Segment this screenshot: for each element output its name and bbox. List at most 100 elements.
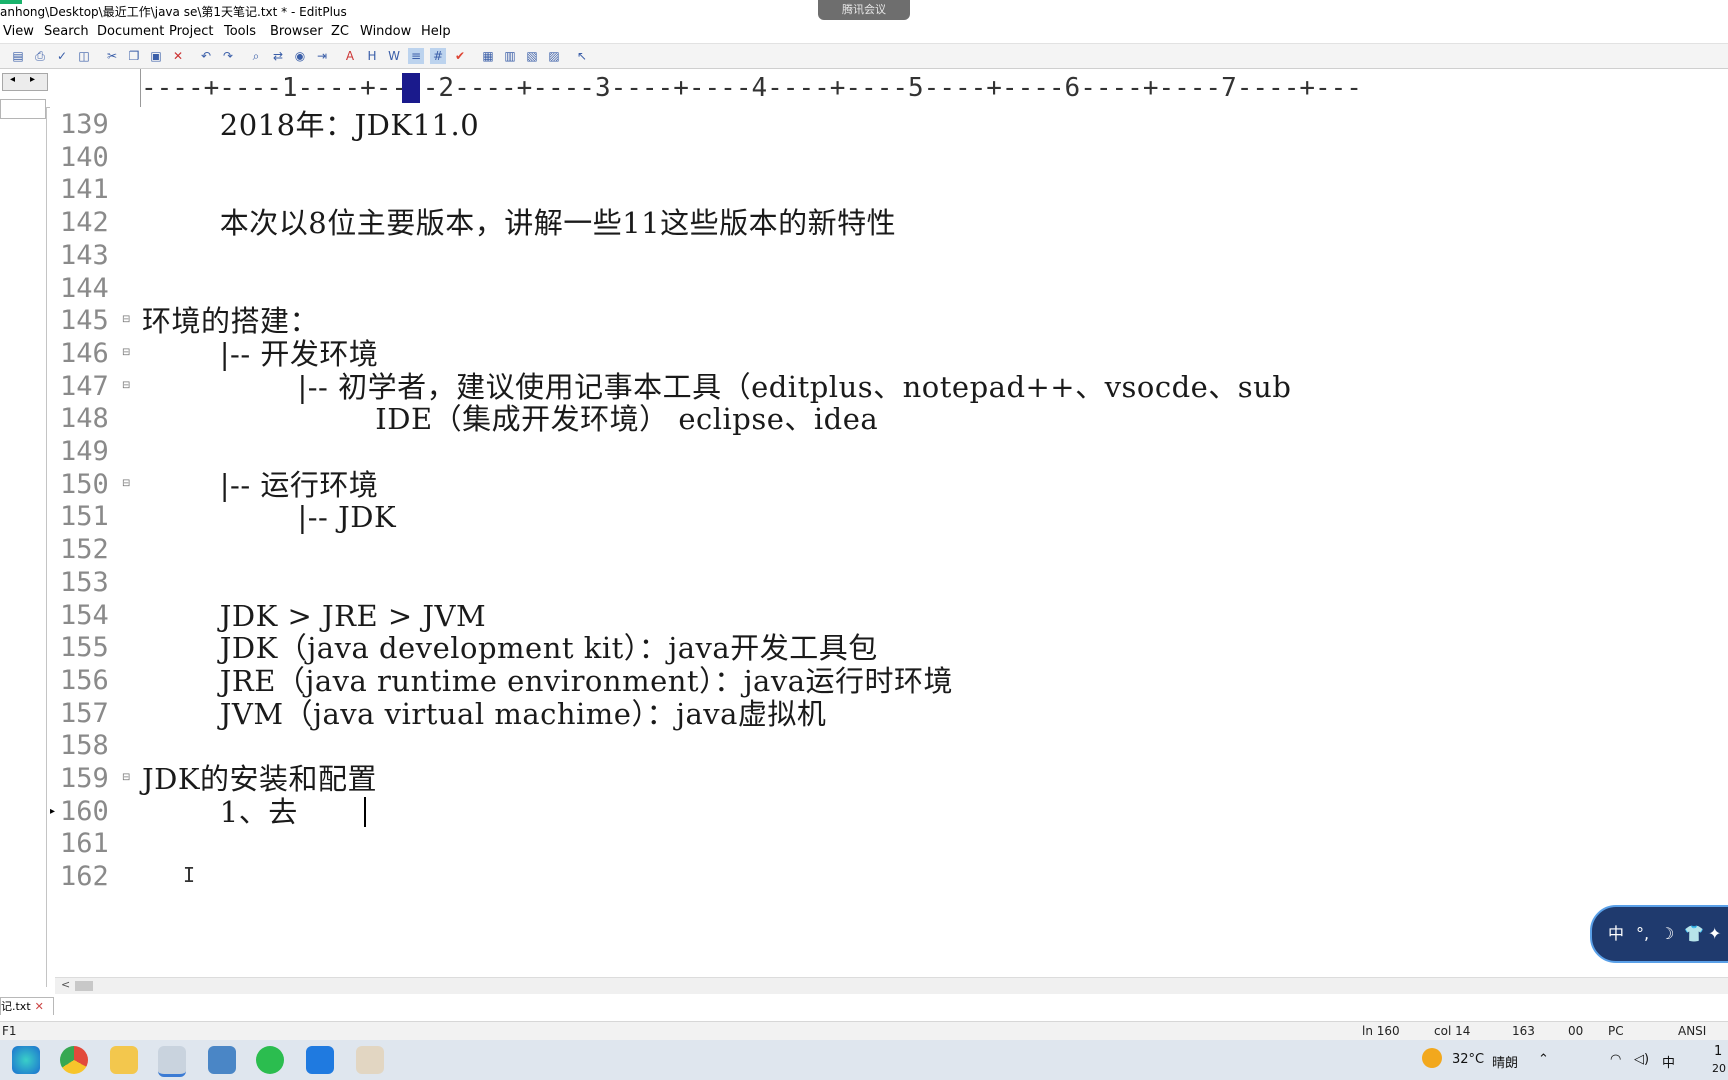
editor-line[interactable]: 143 [50, 238, 1728, 274]
scroll-left-icon[interactable]: < [61, 978, 70, 991]
menu-view[interactable]: View [3, 24, 34, 39]
editor-line[interactable]: 149 [50, 434, 1728, 470]
edge-icon[interactable] [12, 1046, 40, 1074]
new-icon[interactable]: ▤ [10, 48, 26, 64]
editor-line[interactable]: 150 ⊟ |-- 运行环境 [50, 467, 1728, 503]
menu-zc[interactable]: ZC [331, 24, 349, 39]
cut-icon[interactable]: ✂ [104, 48, 120, 64]
nav-right-icon[interactable]: ▸ [30, 74, 35, 85]
editor-line[interactable]: 147 ⊟ |-- 初学者，建议使用记事本工具（editplus、notepad+… [50, 369, 1728, 405]
linenumber-icon[interactable]: # [430, 48, 446, 64]
menu-tools[interactable]: Tools [224, 24, 256, 39]
editor-line[interactable]: 153 [50, 565, 1728, 601]
panel2-icon[interactable]: ▥ [502, 48, 518, 64]
line-text[interactable]: 2018年：JDK11.0 [142, 107, 479, 143]
menu-document[interactable]: Document [97, 24, 164, 39]
ruler-icon[interactable]: ≡ [408, 48, 424, 64]
document-tab[interactable]: 记.txt ✕ [0, 997, 54, 1017]
editor-line[interactable]: 158 [50, 728, 1728, 764]
settings-star-icon[interactable]: ✦ [1708, 907, 1721, 961]
line-text[interactable]: JDK（java development kit）：java开发工具包 [142, 630, 878, 666]
wechat-icon[interactable] [256, 1046, 284, 1074]
font-icon[interactable]: A [342, 48, 358, 64]
editplus-icon[interactable] [158, 1046, 186, 1077]
nav-left-icon[interactable]: ◂ [10, 74, 15, 85]
file-explorer-icon[interactable] [110, 1046, 138, 1074]
delete-icon[interactable]: ✕ [170, 48, 186, 64]
weather-desc[interactable]: 晴朗 [1492, 1052, 1518, 1071]
editor-line[interactable]: 155 JDK（java development kit）：java开发工具包 [50, 630, 1728, 666]
side-panel-field[interactable] [0, 99, 46, 119]
weather-sun-icon[interactable] [1422, 1048, 1442, 1068]
line-text[interactable]: |-- 初学者，建议使用记事本工具（editplus、notepad++、vso… [142, 369, 1291, 405]
line-text[interactable]: |-- 开发环境 [142, 336, 378, 372]
editor-line[interactable]: 157 JVM（java virtual machime）：java虚拟机 [50, 696, 1728, 732]
ime-toolbar[interactable]: 中 °, ☽ 👕 ✦ [1590, 905, 1728, 963]
editor-line[interactable]: 144 [50, 271, 1728, 307]
line-text[interactable]: 环境的搭建： [142, 303, 319, 339]
line-text[interactable]: |-- JDK [142, 499, 396, 535]
menu-window[interactable]: Window [360, 24, 411, 39]
line-text[interactable]: 1、去 [142, 794, 298, 830]
redo-icon[interactable]: ↷ [220, 48, 236, 64]
clock-time[interactable]: 1 [1714, 1044, 1722, 1059]
ime-punct-icon[interactable]: °, [1636, 907, 1649, 961]
check-icon[interactable]: ✔ [452, 48, 468, 64]
editor-line[interactable]: 162 [50, 859, 1728, 895]
line-text[interactable]: JVM（java virtual machime）：java虚拟机 [142, 696, 826, 732]
volume-icon[interactable]: ◁) [1634, 1052, 1649, 1067]
editor-line[interactable]: 156 JRE（java runtime environment）：java运行… [50, 663, 1728, 699]
editor-line[interactable]: 152 [50, 532, 1728, 568]
editor-line[interactable]: 148 IDE（集成开发环境） eclipse、idea [50, 401, 1728, 437]
editor-line[interactable]: 151 |-- JDK [50, 499, 1728, 535]
notes-icon[interactable] [208, 1046, 236, 1074]
editor-line[interactable]: ▸ 160 1、去 [50, 794, 1728, 830]
close-icon[interactable]: ✕ [35, 1000, 44, 1013]
line-text[interactable]: JDK的安装和配置 [142, 761, 377, 797]
menu-help[interactable]: Help [421, 24, 451, 39]
copy-icon[interactable]: ❐ [126, 48, 142, 64]
editor-line[interactable]: 140 [50, 140, 1728, 176]
menu-search[interactable]: Search [44, 24, 89, 39]
editor-line[interactable]: 141 [50, 172, 1728, 208]
tray-expand-icon[interactable]: ⌃ [1538, 1052, 1549, 1067]
menu-project[interactable]: Project [169, 24, 213, 39]
network-icon[interactable]: ◠ [1610, 1052, 1621, 1067]
fold-toggle-icon[interactable]: ⊟ [122, 478, 131, 488]
browser-icon[interactable]: ◉ [292, 48, 308, 64]
undo-icon[interactable]: ↶ [198, 48, 214, 64]
input-language[interactable]: 中 [1662, 1052, 1675, 1071]
paint-icon[interactable] [356, 1046, 384, 1074]
editor-line[interactable]: 146 ⊟ |-- 开发环境 [50, 336, 1728, 372]
editor-line[interactable]: 159 ⊟ JDK的安装和配置 [50, 761, 1728, 797]
line-text[interactable]: JDK > JRE > JVM [142, 598, 486, 634]
editor-line[interactable]: 145 ⊟ 环境的搭建： [50, 303, 1728, 339]
find-icon[interactable]: ⌕ [248, 48, 264, 64]
fold-toggle-icon[interactable]: ⊟ [122, 315, 131, 325]
ime-lang[interactable]: 中 [1608, 907, 1624, 961]
panel1-icon[interactable]: ▦ [480, 48, 496, 64]
line-text[interactable]: 本次以8位主要版本，讲解一些11这些版本的新特性 [142, 205, 896, 241]
paste-icon[interactable]: ▣ [148, 48, 164, 64]
moon-icon[interactable]: ☽ [1660, 907, 1674, 961]
line-text[interactable]: JRE（java runtime environment）：java运行时环境 [142, 663, 953, 699]
photos-icon[interactable] [306, 1046, 334, 1074]
panel3-icon[interactable]: ▧ [524, 48, 540, 64]
skin-icon[interactable]: 👕 [1684, 907, 1704, 961]
fold-toggle-icon[interactable]: ⊟ [122, 347, 131, 357]
fold-toggle-icon[interactable]: ⊟ [122, 773, 131, 783]
fold-toggle-icon[interactable]: ⊟ [122, 380, 131, 390]
editor-line[interactable]: 161 [50, 826, 1728, 862]
spellcheck-icon[interactable]: ✓ [54, 48, 70, 64]
weather-temp[interactable]: 32°C [1452, 1052, 1484, 1067]
editor-area[interactable]: 139 2018年：JDK11.0 140 141 142 本次以8位主要版本，讲解一… [50, 107, 1728, 977]
chrome-icon[interactable] [60, 1046, 88, 1074]
goto-icon[interactable]: ⇥ [314, 48, 330, 64]
horizontal-scrollbar[interactable]: < [55, 977, 1728, 994]
cursor-icon[interactable]: ↖ [574, 48, 590, 64]
line-text[interactable]: IDE（集成开发环境） eclipse、idea [142, 401, 878, 437]
meeting-badge[interactable]: 腾讯会议 [818, 0, 910, 20]
menu-browser[interactable]: Browser [270, 24, 323, 39]
print-icon[interactable]: ⎙ [32, 48, 48, 64]
replace-icon[interactable]: ⇄ [270, 48, 286, 64]
